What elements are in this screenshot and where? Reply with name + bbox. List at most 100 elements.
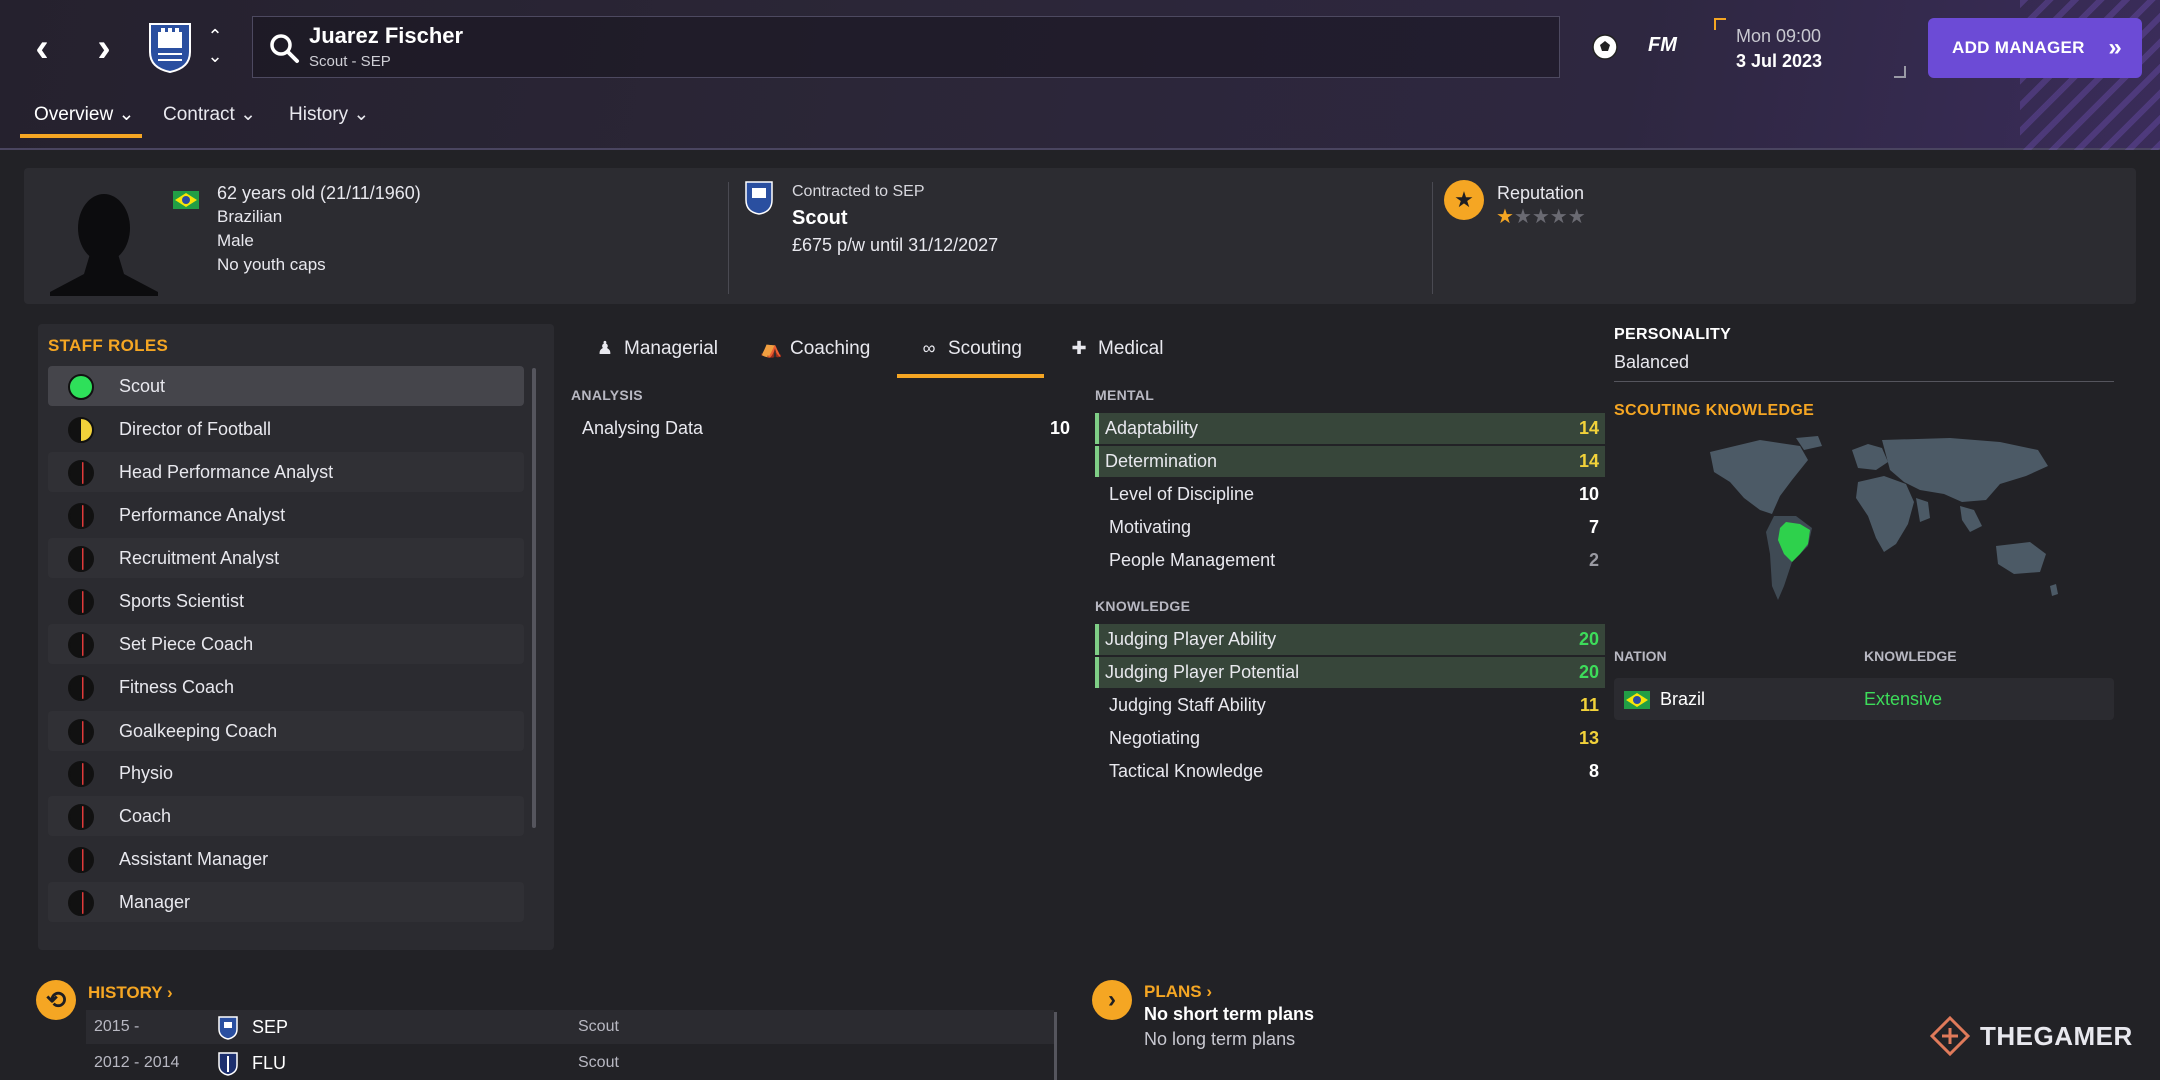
staff-role-label: Director of Football xyxy=(119,419,272,439)
staff-role-label: Fitness Coach xyxy=(119,677,235,697)
plans-title[interactable]: PLANS › xyxy=(1144,982,1212,1002)
history-row[interactable]: 2012 - 2014 FLU Scout xyxy=(86,1046,1054,1080)
watermark: THEGAMER xyxy=(1928,1014,2133,1058)
managerial-icon: ♟ xyxy=(596,338,614,358)
attribute-name: Determination xyxy=(1105,451,1218,471)
role-suitability-icon xyxy=(68,589,94,615)
youth-caps-text: No youth caps xyxy=(217,255,326,274)
knowledge-column-header: KNOWLEDGE xyxy=(1864,648,1957,664)
staff-role-item[interactable]: Assistant Manager xyxy=(48,839,524,879)
attribute-value: 14 xyxy=(1578,418,1599,438)
age-text: 62 years old (21/11/1960) xyxy=(217,183,421,203)
staff-role-item[interactable]: Sports Scientist xyxy=(48,581,524,621)
person-name: Juarez Fischer xyxy=(309,23,464,48)
staff-role-item[interactable]: Scout xyxy=(48,366,524,406)
fm-logo[interactable]: FM xyxy=(1648,34,1677,57)
attribute-value: 20 xyxy=(1578,629,1599,649)
staff-role-item[interactable]: Head Performance Analyst xyxy=(48,452,524,492)
attribute-name: Motivating xyxy=(1109,517,1192,537)
tab-contract[interactable]: Contract ⌄ xyxy=(163,103,256,126)
attribute-row[interactable]: Determination 14 xyxy=(1095,446,1605,477)
person-subtitle: Scout - SEP xyxy=(309,53,391,70)
role-suitability-icon xyxy=(68,632,94,658)
knowledge-title: KNOWLEDGE xyxy=(1095,598,1191,614)
world-map[interactable] xyxy=(1700,436,2060,620)
search-bar[interactable]: Juarez Fischer Scout - SEP xyxy=(252,16,1560,78)
staff-role-label: Set Piece Coach xyxy=(119,634,254,654)
attribute-name: Level of Discipline xyxy=(1109,484,1255,504)
staff-role-item[interactable]: Manager xyxy=(48,882,524,922)
reputation-stars: ★★★★★ xyxy=(1496,206,1586,228)
add-manager-button[interactable]: ADD MANAGER » xyxy=(1928,18,2142,78)
attribute-name: Adaptability xyxy=(1105,418,1199,438)
tab-managerial[interactable]: ♟ Managerial xyxy=(594,338,718,360)
roles-scrollbar[interactable] xyxy=(532,368,536,828)
attribute-row[interactable]: Level of Discipline 10 xyxy=(1099,479,1605,510)
tab-medical[interactable]: ✚ Medical xyxy=(1068,338,1163,360)
attribute-row[interactable]: Adaptability 14 xyxy=(1095,413,1605,444)
staff-role-item[interactable]: Recruitment Analyst xyxy=(48,538,524,578)
tab-history[interactable]: History ⌄ xyxy=(289,103,369,126)
divider xyxy=(1432,182,1433,294)
forward-arrow-icon[interactable]: › xyxy=(84,26,124,70)
attribute-row[interactable]: Judging Player Potential 20 xyxy=(1095,657,1605,688)
role-suitability-icon xyxy=(68,460,94,486)
attribute-name: Judging Staff Ability xyxy=(1109,695,1266,715)
staff-role-label: Head Performance Analyst xyxy=(119,462,334,482)
club-crest-icon[interactable] xyxy=(148,22,192,74)
attribute-row[interactable]: Analysing Data 10 xyxy=(572,413,1076,444)
attribute-row[interactable]: Tactical Knowledge 8 xyxy=(1099,756,1605,787)
staff-role-item[interactable]: Goalkeeping Coach xyxy=(48,711,524,751)
divider xyxy=(728,182,729,294)
nationality-text: Brazilian xyxy=(217,207,283,226)
plans-icon[interactable]: › xyxy=(1092,980,1132,1020)
tab-coaching[interactable]: ⛺ Coaching xyxy=(760,338,870,360)
tab-overview[interactable]: Overview ⌄ xyxy=(34,103,134,126)
staff-role-item[interactable]: Performance Analyst xyxy=(48,495,524,535)
attribute-value: 13 xyxy=(1578,728,1599,748)
personality-title: PERSONALITY xyxy=(1614,326,1732,343)
role-suitability-icon xyxy=(68,503,94,529)
date-display[interactable]: Mon 09:00 3 Jul 2023 xyxy=(1714,18,1906,78)
club-crest-small-icon[interactable] xyxy=(744,180,774,216)
contract-role-text: Scout xyxy=(792,207,848,229)
attribute-name: Judging Player Potential xyxy=(1105,662,1300,682)
staff-role-item[interactable]: Coach xyxy=(48,796,524,836)
staff-role-label: Sports Scientist xyxy=(119,591,245,611)
long-term-plans: No long term plans xyxy=(1144,1029,1296,1049)
staff-role-item[interactable]: Director of Football xyxy=(48,409,524,449)
staff-role-item[interactable]: Fitness Coach xyxy=(48,667,524,707)
personality-value: Balanced xyxy=(1614,352,1690,372)
role-suitability-icon xyxy=(68,546,94,572)
attribute-row[interactable]: Judging Staff Ability 11 xyxy=(1099,690,1605,721)
divider xyxy=(1614,381,2114,382)
back-arrow-icon[interactable]: ‹ xyxy=(22,26,62,70)
short-term-plans: No short term plans xyxy=(1144,1004,1315,1024)
history-icon[interactable]: ⟲ xyxy=(36,980,76,1020)
nation-name: Brazil xyxy=(1660,689,1706,709)
thegamer-logo-icon xyxy=(1929,1015,1971,1057)
role-suitability-icon xyxy=(68,804,94,830)
attribute-value: 2 xyxy=(1588,550,1599,570)
tab-scouting[interactable]: ∞ Scouting xyxy=(918,338,1022,360)
staff-role-item[interactable]: Set Piece Coach xyxy=(48,624,524,664)
history-row[interactable]: 2015 - SEP Scout xyxy=(86,1010,1054,1044)
date-full: 3 Jul 2023 xyxy=(1736,51,1823,71)
attribute-row[interactable]: Judging Player Ability 20 xyxy=(1095,624,1605,655)
reputation-star-icon: ★ xyxy=(1444,180,1484,220)
football-icon[interactable] xyxy=(1590,32,1620,62)
attribute-name: Tactical Knowledge xyxy=(1109,761,1264,781)
history-scrollbar[interactable] xyxy=(1054,1012,1057,1080)
active-tab-indicator xyxy=(897,374,1044,378)
updown-chevrons-icon[interactable]: ⌃ ⌄ xyxy=(204,26,226,66)
role-suitability-icon xyxy=(68,374,94,400)
active-tab-indicator xyxy=(20,134,142,138)
staff-role-item[interactable]: Physio xyxy=(48,753,524,793)
history-title[interactable]: HISTORY › xyxy=(88,983,173,1003)
attribute-row[interactable]: Negotiating 13 xyxy=(1099,723,1605,754)
role-suitability-icon xyxy=(68,675,94,701)
attribute-row[interactable]: People Management 2 xyxy=(1099,545,1605,576)
staff-role-label: Goalkeeping Coach xyxy=(119,721,278,741)
attribute-row[interactable]: Motivating 7 xyxy=(1099,512,1605,543)
attribute-name: Negotiating xyxy=(1109,728,1201,748)
